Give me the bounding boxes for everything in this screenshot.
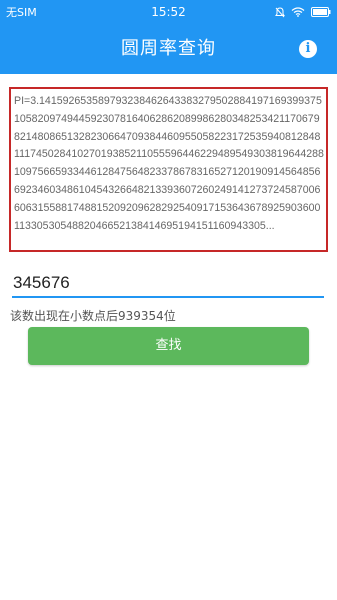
page-title: 圆周率查询 <box>121 38 216 59</box>
battery-icon <box>310 7 331 17</box>
mute-icon <box>275 6 285 18</box>
info-icon[interactable]: i <box>299 40 317 58</box>
status-bar: 无SIM 15:52 <box>0 0 337 24</box>
status-icons <box>223 6 331 18</box>
pi-digits-box: PI=3.14159265358979323846264338327950288… <box>9 87 328 252</box>
wifi-icon <box>291 7 305 17</box>
result-text: 该数出现在小数点后939354位 <box>10 309 176 323</box>
app-bar: 圆周率查询 i <box>0 24 337 74</box>
find-button[interactable]: 查找 <box>28 327 309 365</box>
search-input[interactable] <box>12 272 324 298</box>
carrier-label: 无SIM <box>6 6 37 19</box>
status-time: 15:52 <box>151 5 186 19</box>
pi-digits-text: PI=3.14159265358979323846264338327950288… <box>14 95 324 232</box>
